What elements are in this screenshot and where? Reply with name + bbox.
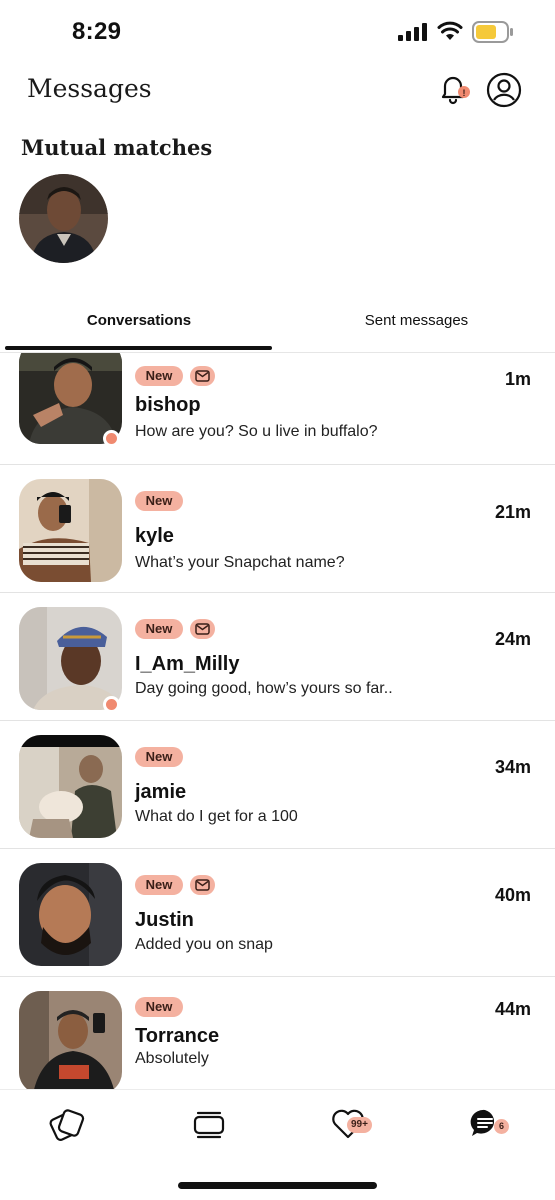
new-badge: New bbox=[135, 997, 183, 1017]
profile-icon bbox=[486, 72, 522, 108]
conversation-row[interactable]: New kyle What’s your Snapchat name? 21m bbox=[0, 465, 555, 593]
conversation-name: Torrance bbox=[135, 1025, 220, 1047]
tab-conversations[interactable]: Conversations bbox=[0, 312, 278, 329]
home-indicator[interactable] bbox=[178, 1182, 377, 1189]
new-badge: New bbox=[135, 491, 183, 511]
conversation-name: jamie bbox=[135, 781, 187, 803]
conversation-avatar bbox=[19, 991, 122, 1089]
conversation-preview: What do I get for a 100 bbox=[135, 808, 298, 825]
discover-icon bbox=[49, 1109, 85, 1141]
standouts-icon bbox=[193, 1111, 225, 1139]
likes-count-badge: 99+ bbox=[347, 1117, 372, 1133]
new-badge: New bbox=[135, 747, 183, 767]
conversation-time: 34m bbox=[494, 757, 531, 777]
status-bar: 8:29 bbox=[0, 0, 555, 62]
profile-button[interactable] bbox=[485, 71, 523, 109]
conversation-name: Justin bbox=[135, 909, 194, 931]
page-title: Messages bbox=[27, 74, 152, 103]
conversation-time: 44m bbox=[494, 999, 531, 1019]
bell-badge: ! bbox=[463, 88, 466, 98]
nav-discover-button[interactable] bbox=[49, 1104, 89, 1144]
nav-standouts-button[interactable] bbox=[189, 1104, 229, 1144]
conversation-time: 24m bbox=[494, 629, 531, 649]
conversation-preview: Absolutely bbox=[135, 1050, 209, 1067]
cellular-signal-icon bbox=[398, 23, 427, 41]
conversation-row[interactable]: New jamie What do I get for a 100 34m bbox=[0, 721, 555, 849]
new-badge: New bbox=[135, 366, 183, 386]
mutual-matches-title: Mutual matches bbox=[21, 135, 213, 160]
new-badge: New bbox=[135, 619, 183, 639]
online-status-dot bbox=[103, 430, 120, 447]
envelope-icon bbox=[195, 623, 210, 635]
conversation-avatar bbox=[19, 863, 122, 966]
mutual-match-avatar[interactable] bbox=[19, 174, 108, 263]
conversation-list[interactable]: New bishop How are you? So u live in buf… bbox=[0, 353, 555, 1089]
active-tab-indicator bbox=[5, 346, 272, 350]
conversation-avatar bbox=[19, 479, 122, 582]
messages-count-badge: 6 bbox=[494, 1119, 509, 1134]
conversation-name: I_Am_Milly bbox=[135, 653, 240, 675]
conversation-avatar bbox=[19, 735, 122, 838]
mail-badge bbox=[190, 875, 215, 895]
conversation-avatar bbox=[19, 607, 122, 710]
online-status-dot bbox=[103, 696, 120, 713]
wifi-icon bbox=[437, 21, 463, 40]
new-badge: New bbox=[135, 875, 183, 895]
tab-sent-messages[interactable]: Sent messages bbox=[278, 312, 555, 329]
bell-icon: ! bbox=[441, 76, 470, 105]
envelope-icon bbox=[195, 370, 210, 382]
mail-badge bbox=[190, 619, 215, 639]
status-time: 8:29 bbox=[72, 18, 122, 45]
conversation-time: 40m bbox=[494, 885, 531, 905]
conversation-row[interactable]: New I_Am_Milly Day going good, how’s you… bbox=[0, 593, 555, 721]
conversation-preview: Day going good, how’s yours so far.. bbox=[135, 680, 393, 697]
conversation-preview: How are you? So u live in buffalo? bbox=[135, 423, 378, 440]
conversation-row[interactable]: New Justin Added you on snap 40m bbox=[0, 849, 555, 977]
notifications-button[interactable]: ! bbox=[433, 70, 473, 110]
conversation-time: 1m bbox=[504, 369, 531, 389]
conversation-time: 21m bbox=[494, 502, 531, 522]
battery-icon bbox=[472, 21, 513, 43]
conversation-preview: Added you on snap bbox=[135, 936, 273, 953]
conversation-preview: What’s your Snapchat name? bbox=[135, 554, 345, 571]
mail-badge bbox=[190, 366, 215, 386]
conversation-row[interactable]: New Torrance Absolutely 44m bbox=[0, 977, 555, 1089]
conversation-row[interactable]: New bishop How are you? So u live in buf… bbox=[0, 353, 555, 465]
conversation-name: kyle bbox=[135, 525, 174, 547]
conversation-name: bishop bbox=[135, 394, 201, 416]
envelope-icon bbox=[195, 879, 210, 891]
